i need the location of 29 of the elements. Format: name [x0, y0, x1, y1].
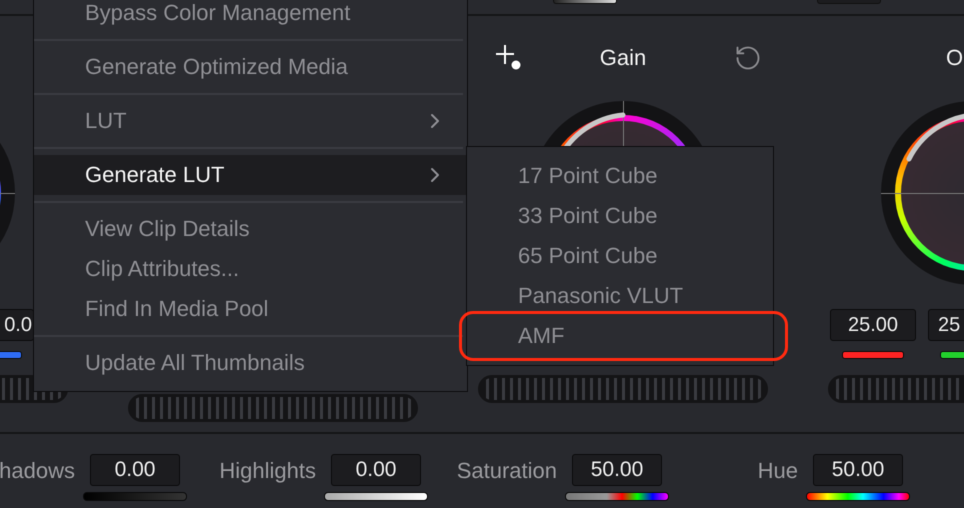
menu-item[interactable]: View Clip Details: [34, 209, 467, 249]
value-field[interactable]: 0.0: [0, 309, 34, 341]
menu-item[interactable]: AMF: [467, 316, 773, 356]
field-label: Saturation: [456, 458, 557, 484]
menu-item[interactable]: 17 Point Cube: [467, 156, 773, 196]
jog-wheel[interactable]: [478, 375, 768, 403]
reset-icon[interactable]: [734, 44, 762, 72]
menu-item[interactable]: 65 Point Cube: [467, 236, 773, 276]
field-label: Highlights: [219, 458, 316, 484]
menu-item[interactable]: LUT: [34, 101, 467, 141]
wheel-title: Gain: [600, 47, 646, 69]
menu-item[interactable]: Generate LUT: [34, 155, 467, 195]
value-field[interactable]: 50.00: [813, 454, 903, 486]
menu-item[interactable]: Bypass Color Management: [34, 0, 467, 33]
menu-item[interactable]: 33 Point Cube: [467, 196, 773, 236]
value-field[interactable]: 50.00: [572, 454, 662, 486]
gradient-bar: [553, 0, 617, 4]
value-field[interactable]: 25: [928, 309, 964, 341]
menu-item[interactable]: Update All Thumbnails: [34, 343, 467, 383]
value-field[interactable]: 25.00: [830, 309, 916, 341]
field-label: hadows: [0, 458, 75, 484]
menu-item[interactable]: Generate Optimized Media: [34, 47, 467, 87]
wheel-title: O: [946, 47, 964, 69]
menu-item[interactable]: Clip Attributes...: [34, 249, 467, 289]
jog-wheel[interactable]: [128, 394, 418, 422]
menu-item[interactable]: Find In Media Pool: [34, 289, 467, 329]
value-field[interactable]: 0.00: [90, 454, 180, 486]
value-field[interactable]: 0.00: [331, 454, 421, 486]
field-label: Hue: [758, 458, 798, 484]
